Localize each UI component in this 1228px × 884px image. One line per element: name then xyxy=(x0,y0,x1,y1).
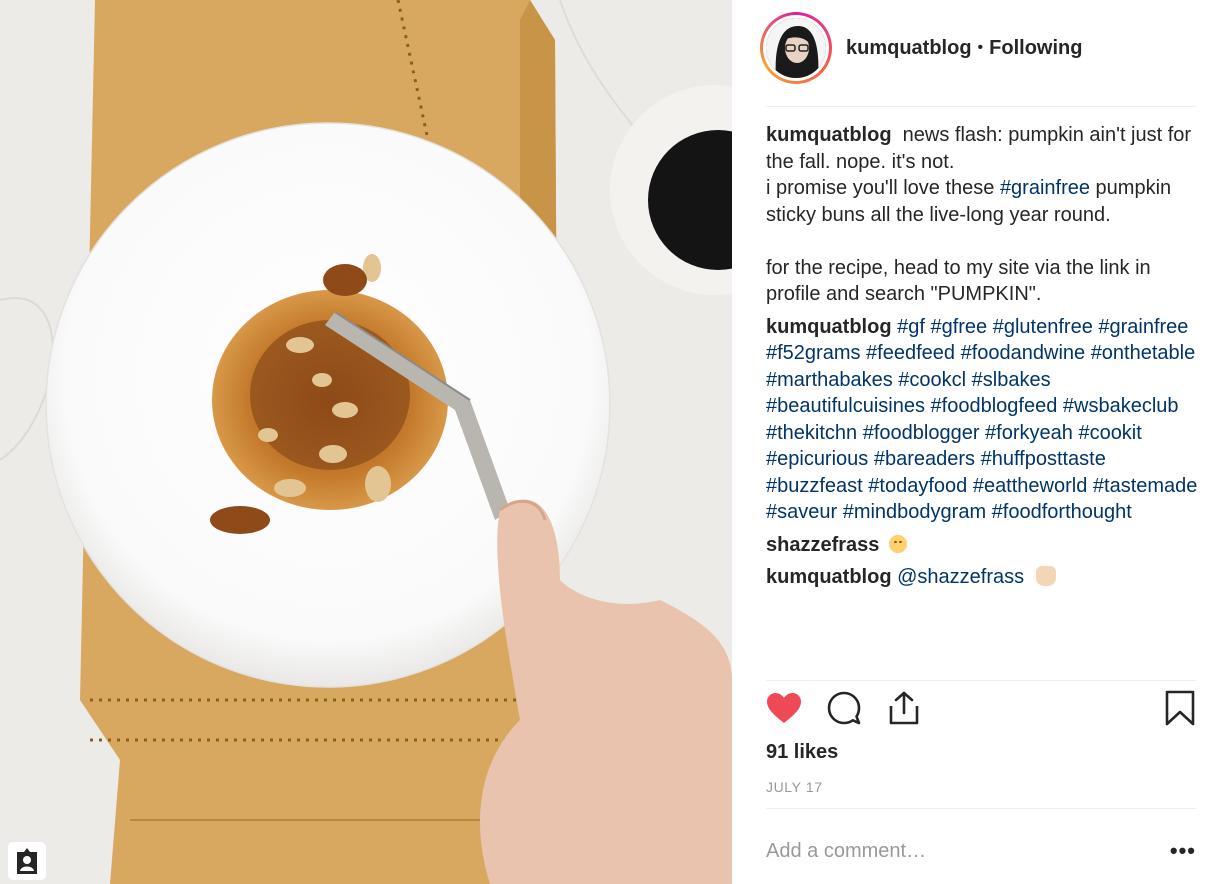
more-options-button[interactable]: ••• xyxy=(1170,840,1196,862)
user-tag-icon xyxy=(15,848,39,874)
author-username[interactable]: kumquatblog xyxy=(846,37,972,60)
comment-input[interactable] xyxy=(766,839,1146,863)
heart-icon xyxy=(766,692,802,729)
hashtag-link[interactable]: #grainfree xyxy=(1000,177,1090,199)
avatar-image xyxy=(766,18,826,78)
list-item: kumquatblog @shazzefrass xyxy=(766,564,1206,591)
likes-count[interactable]: 91 likes xyxy=(766,741,838,764)
action-bar xyxy=(766,690,1196,732)
hashtags-comment: kumquatblog #gf #gfree #glutenfree #grai… xyxy=(766,314,1206,526)
caption-comment: kumquatblog news flash: pumpkin ain't ju… xyxy=(766,122,1206,308)
comment-username[interactable]: kumquatblog xyxy=(766,124,892,146)
comment-button[interactable] xyxy=(824,690,864,730)
bookmark-icon xyxy=(1165,690,1195,731)
like-button[interactable] xyxy=(764,690,804,730)
raised-hands-emoji-icon xyxy=(1035,566,1056,586)
post-side-panel: kumquatblog • Following kumquatblog news… xyxy=(732,0,1228,884)
post-image xyxy=(0,0,732,884)
post-date[interactable]: JULY 17 xyxy=(766,779,823,795)
comment-divider xyxy=(766,808,1196,809)
add-comment-form: ••• xyxy=(766,836,1196,866)
hashtag-list[interactable]: #gf #gfree #glutenfree #grainfree #f52gr… xyxy=(766,316,1197,524)
save-button[interactable] xyxy=(1160,690,1200,730)
comments-list[interactable]: kumquatblog news flash: pumpkin ain't ju… xyxy=(766,122,1206,678)
avatar[interactable] xyxy=(760,12,832,84)
header-divider xyxy=(766,106,1196,107)
post-photo[interactable] xyxy=(0,0,732,884)
comment-username[interactable]: shazzefrass xyxy=(766,534,879,556)
user-tag-button[interactable] xyxy=(8,842,46,880)
share-button[interactable] xyxy=(884,690,924,730)
following-button[interactable]: Following xyxy=(989,37,1082,60)
comment-icon xyxy=(827,691,861,730)
comment-username[interactable]: kumquatblog xyxy=(766,566,892,588)
smiling-face-emoji-icon xyxy=(888,534,907,553)
list-item: shazzefrass xyxy=(766,532,1206,559)
mention-link[interactable]: @shazzefrass xyxy=(897,566,1024,588)
share-icon xyxy=(888,691,920,730)
header-separator: • xyxy=(977,39,984,56)
actions-divider xyxy=(766,680,1196,681)
comment-username[interactable]: kumquatblog xyxy=(766,316,892,338)
post-header: kumquatblog • Following xyxy=(760,12,1082,84)
